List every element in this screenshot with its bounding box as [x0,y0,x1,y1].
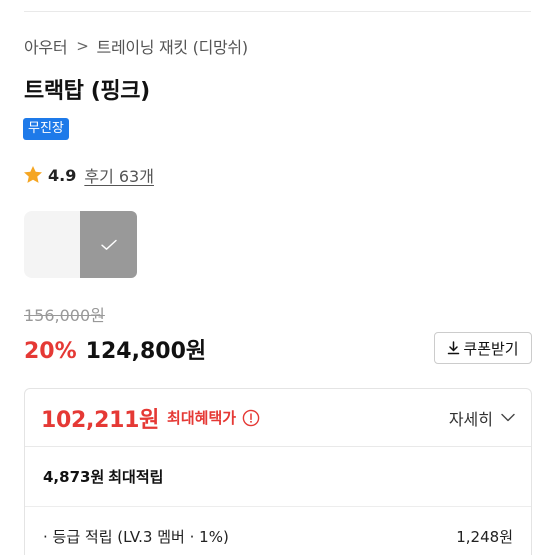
original-price: 156,000원 [24,306,105,325]
color-swatch-white[interactable] [24,211,80,278]
detail-toggle[interactable]: 자세히 [449,406,515,430]
max-points-amount: 4,873원 [43,468,105,486]
rating-row: 4.9 후기 63개 [22,163,154,187]
max-points-label: 최대적립 [108,468,164,486]
discount-rate: 20% [24,339,77,364]
info-icon[interactable] [242,409,260,427]
breadcrumb: 아우터 > 트레이닝 재킷 (디망쉬) [24,34,248,58]
breadcrumb-category[interactable]: 아우터 [24,34,68,58]
shipping-badge: 무진장 [23,118,69,140]
chevron-down-icon [501,413,515,422]
best-price: 102,211원 [41,407,160,433]
max-points-row: 4,873원 최대적립 [25,447,531,507]
rating-value: 4.9 [48,165,77,185]
best-price-label: 최대혜택가 [167,409,237,427]
top-divider [24,11,531,12]
coupon-button-label: 쿠폰받기 [463,339,519,358]
breadcrumb-separator: > [76,37,89,55]
product-title: 트랙탑 (핑크) [24,79,150,104]
benefit-header: 102,211원 최대혜택가 자세히 [25,389,531,447]
grade-points-row: · 등급 적립 (LV.3 멤버 · 1%) 1,248원 [25,507,531,555]
detail-toggle-label: 자세히 [448,409,493,429]
checkmark-icon [100,239,117,250]
review-link[interactable]: 후기 63개 [84,163,154,187]
benefit-panel: 102,211원 최대혜택가 자세히 4,873원 최대적립 · 등급 적립 (… [24,388,532,555]
breadcrumb-subcategory[interactable]: 트레이닝 재킷 (디망쉬) [97,34,249,58]
grade-points-amount: 1,248원 [456,527,513,546]
download-icon [448,341,460,355]
grade-points-label: · 등급 적립 (LV.3 멤버 · 1%) [43,527,229,546]
color-swatch-selected[interactable] [80,211,137,278]
star-icon [24,166,42,183]
coupon-button[interactable]: 쿠폰받기 [434,332,532,364]
price-row: 20% 124,800원 [24,333,206,365]
sale-price: 124,800원 [85,339,207,364]
